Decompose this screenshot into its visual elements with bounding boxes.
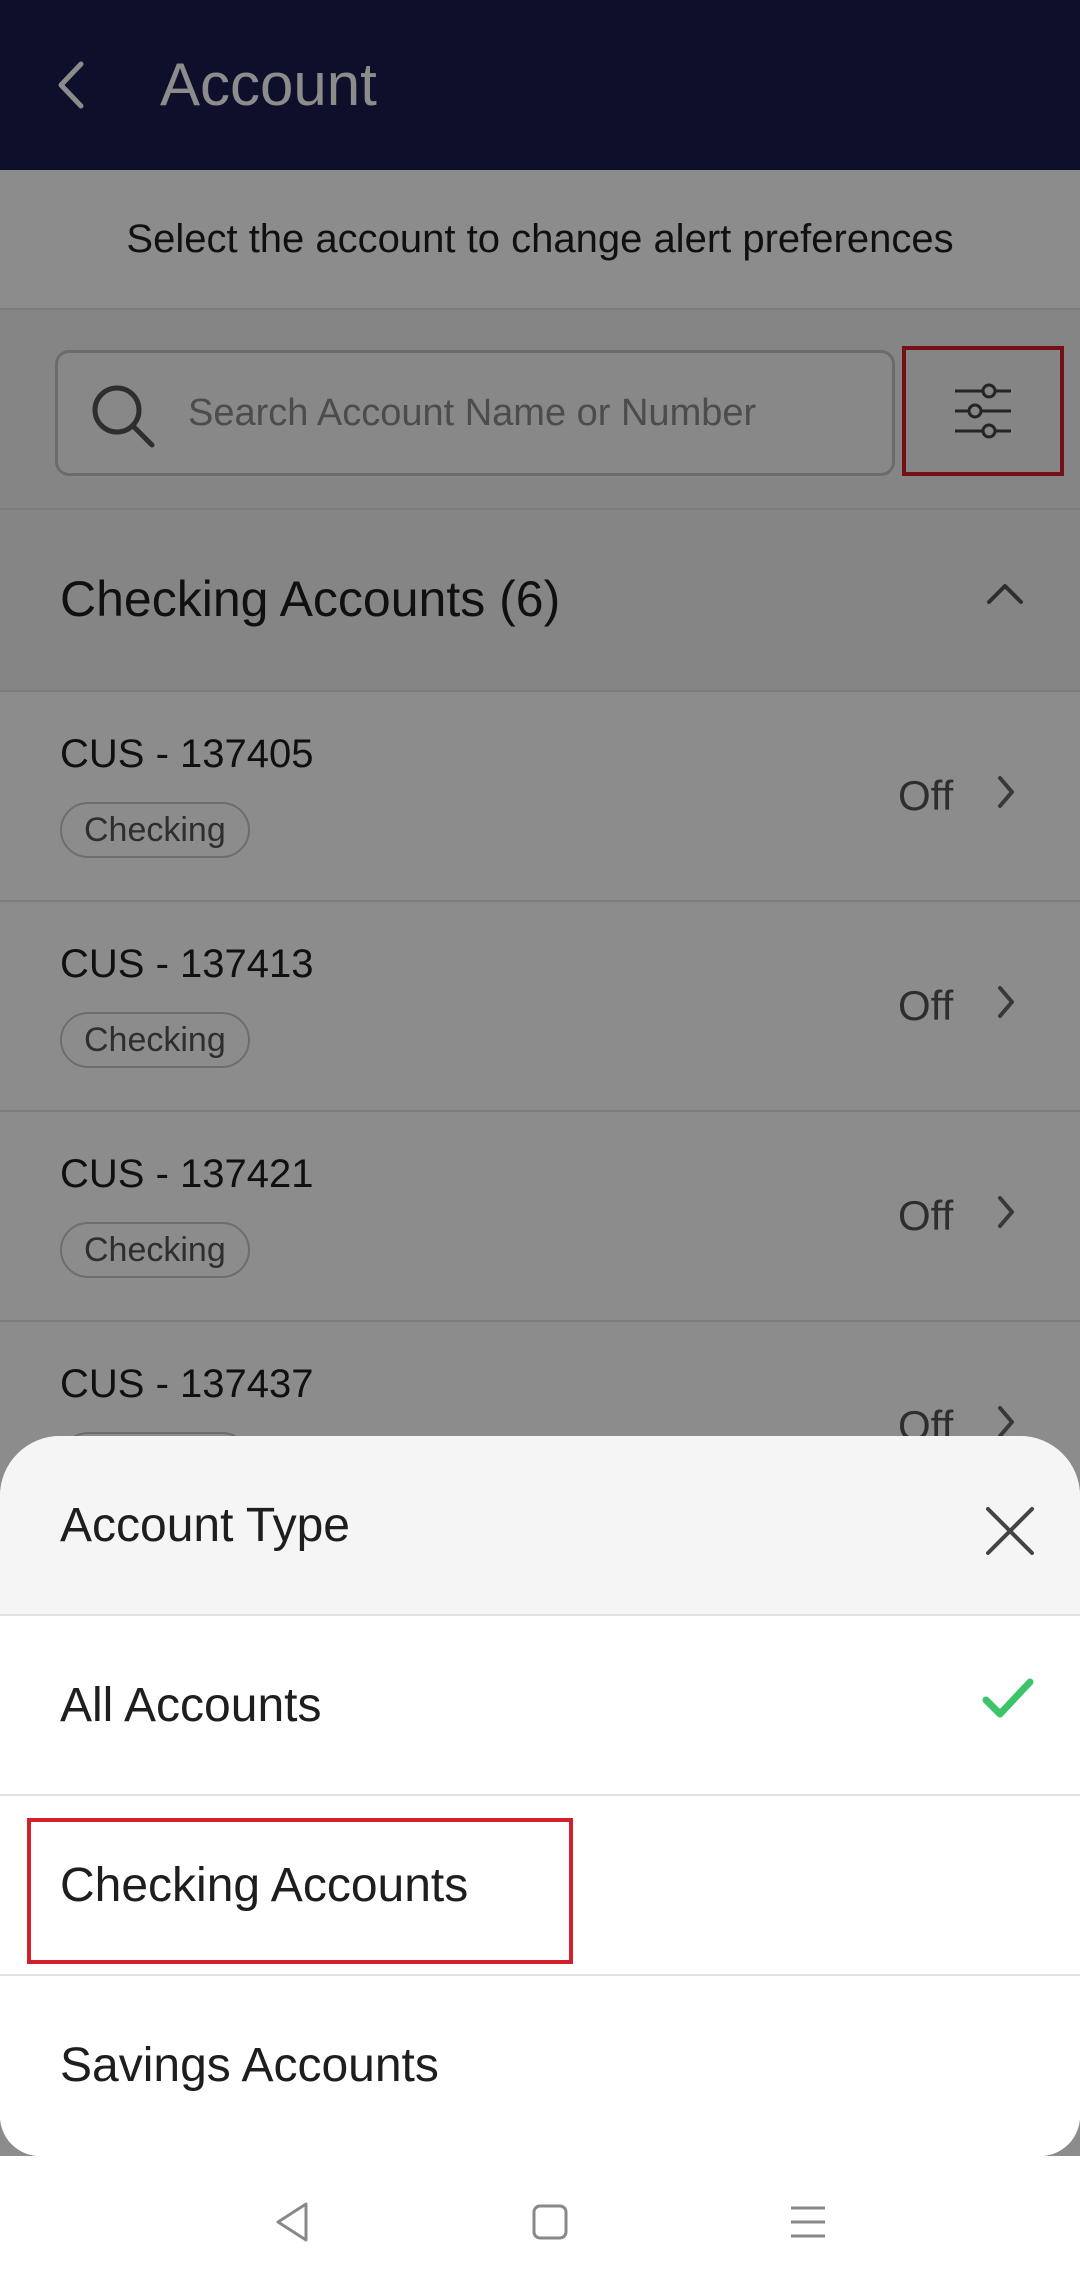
option-all-accounts[interactable]: All Accounts [0, 1616, 1080, 1796]
close-icon [986, 1507, 1034, 1555]
sheet-header: Account Type [0, 1436, 1080, 1616]
nav-back-icon [276, 2202, 308, 2242]
close-button[interactable] [975, 1496, 1045, 1566]
option-label: All Accounts [60, 1679, 322, 1732]
nav-home-button[interactable] [520, 2192, 580, 2252]
nav-menu-icon [791, 2206, 825, 2238]
nav-menu-button[interactable] [778, 2192, 838, 2252]
option-label: Savings Accounts [60, 2039, 439, 2092]
sheet-title: Account Type [60, 1499, 350, 1552]
option-label: Checking Accounts [60, 1859, 469, 1912]
account-type-sheet: Account Type All Accounts Checking Accou… [0, 1436, 1080, 2156]
option-savings-accounts[interactable]: Savings Accounts [0, 1976, 1080, 2156]
system-nav-bar [0, 2156, 1080, 2288]
option-checking-accounts[interactable]: Checking Accounts [0, 1796, 1080, 1976]
check-icon [982, 1678, 1034, 1718]
nav-home-icon [532, 2204, 568, 2240]
nav-back-button[interactable] [262, 2192, 322, 2252]
